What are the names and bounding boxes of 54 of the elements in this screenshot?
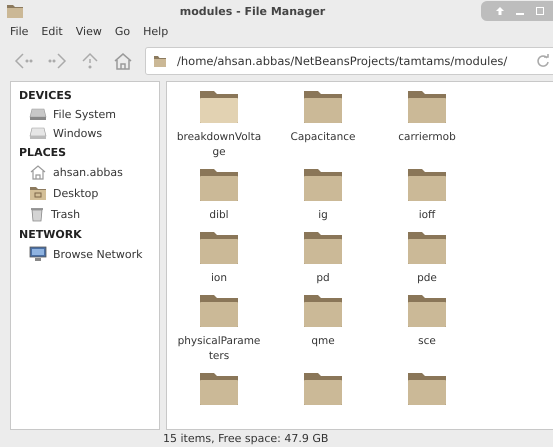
folder-icon: [153, 54, 167, 68]
folder-name[interactable]: pd: [280, 271, 366, 286]
sidebar-item[interactable]: Windows: [53, 126, 102, 140]
sidebar-item[interactable]: ahsan.abbas: [53, 166, 123, 178]
folder-icon[interactable]: [407, 168, 447, 202]
status-text: 15 items, Free space: 47.9 GB: [163, 432, 328, 445]
sidebar-item[interactable]: Browse Network: [53, 248, 142, 260]
folder-name[interactable]: qme: [280, 334, 366, 349]
section-heading: PLACES: [18, 145, 68, 161]
reload-icon[interactable]: [536, 54, 550, 68]
section-heading: DEVICES: [18, 88, 73, 104]
folder-icon[interactable]: [407, 90, 447, 124]
sidebar-item[interactable]: Trash: [51, 208, 80, 220]
drive-icon: [29, 126, 47, 140]
folder-icon[interactable]: [199, 372, 239, 406]
home-icon[interactable]: [112, 50, 134, 72]
folder-icon: [6, 3, 24, 19]
folder-icon[interactable]: [407, 294, 447, 328]
folder-icon[interactable]: [303, 90, 343, 124]
folder-icon[interactable]: [199, 90, 239, 124]
folder-name[interactable]: sce: [384, 334, 470, 349]
folder-icon[interactable]: [407, 231, 447, 265]
location-field[interactable]: /home/ahsan.abbas/NetBeansProjects/tamtams/modules/: [145, 47, 553, 75]
folder-name[interactable]: ig: [280, 208, 366, 223]
folder-icon[interactable]: [199, 294, 239, 328]
folder-name[interactable]: dibl: [176, 208, 262, 223]
menu-item[interactable]: Edit: [41, 25, 63, 38]
sidebar-item[interactable]: Desktop: [53, 186, 98, 200]
folder-icon[interactable]: [303, 294, 343, 328]
folder-icon[interactable]: [303, 372, 343, 406]
folder-name[interactable]: pde: [384, 271, 470, 286]
home-icon: [29, 164, 47, 180]
folder-name[interactable]: Capacitance: [280, 130, 366, 145]
section-heading: NETWORK: [18, 227, 83, 243]
folder-icon[interactable]: [199, 168, 239, 202]
folder-name[interactable]: physicalParameters: [176, 334, 262, 364]
folder-name[interactable]: ioff: [384, 208, 470, 223]
folder-icon[interactable]: [303, 168, 343, 202]
menu-item[interactable]: File: [10, 25, 28, 38]
folder-name[interactable]: ion: [176, 271, 262, 286]
menu-item[interactable]: View: [76, 25, 102, 38]
menu-item[interactable]: Help: [143, 25, 168, 38]
drive-icon: [29, 107, 47, 121]
folder-name[interactable]: carriermob: [384, 130, 470, 145]
window-title: modules - File Manager: [178, 4, 326, 18]
folder-icon[interactable]: [407, 372, 447, 406]
folder-icon[interactable]: [303, 231, 343, 265]
folder-icon: [29, 185, 47, 201]
sidebar-item[interactable]: File System: [53, 108, 116, 120]
computer-icon: [29, 246, 47, 262]
folder-icon[interactable]: [199, 231, 239, 265]
menu-item[interactable]: Go: [114, 25, 130, 38]
folder-name[interactable]: breakdownVoltage: [176, 130, 262, 160]
trash-icon: [29, 206, 45, 222]
